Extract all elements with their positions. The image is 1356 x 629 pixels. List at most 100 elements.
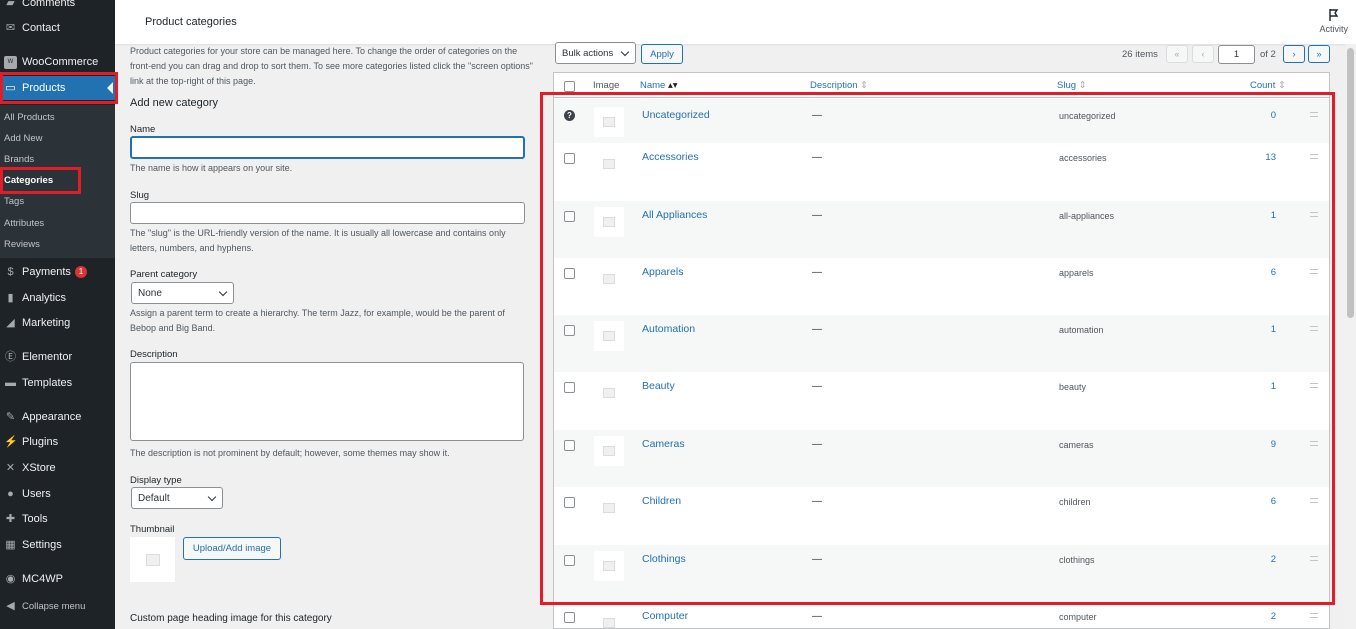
menu-appearance[interactable]: ✎ Appearance: [0, 406, 115, 428]
collapse-menu[interactable]: ◀ Collapse menu: [0, 595, 115, 617]
submenu-reviews[interactable]: Reviews: [0, 235, 115, 253]
row-checkbox[interactable]: [564, 612, 575, 623]
menu-settings[interactable]: ▦ Settings: [0, 534, 115, 556]
menu-marketing[interactable]: ◢ Marketing: [0, 312, 115, 334]
bulk-actions-select[interactable]: Bulk actions: [555, 42, 636, 64]
menu-users[interactable]: ● Users: [0, 483, 115, 505]
submenu-categories[interactable]: Categories: [0, 171, 115, 189]
table-row[interactable]: ? Uncategorized — uncategorized 0: [554, 99, 1329, 143]
category-count-link[interactable]: 13: [1254, 152, 1276, 163]
current-page-input[interactable]: 1: [1218, 45, 1255, 64]
table-row[interactable]: Beauty — beauty 1: [554, 372, 1329, 430]
image-placeholder-icon: [145, 553, 160, 566]
category-count-link[interactable]: 1: [1254, 324, 1276, 335]
apply-button[interactable]: Apply: [641, 44, 683, 64]
select-all-checkbox[interactable]: [564, 81, 575, 92]
table-row[interactable]: Accessories — accessories 13: [554, 143, 1329, 201]
menu-xstore[interactable]: ✕ XStore: [0, 457, 115, 479]
submenu-add-new[interactable]: Add New: [0, 129, 115, 147]
category-name-link[interactable]: Apparels: [642, 266, 683, 278]
category-count-link[interactable]: 1: [1254, 381, 1276, 392]
menu-payments[interactable]: $ Payments 1: [0, 261, 115, 283]
category-name-link[interactable]: Children: [642, 495, 681, 507]
drag-handle-icon[interactable]: [1310, 112, 1318, 117]
parent-category-select[interactable]: None: [131, 282, 234, 304]
category-count-link[interactable]: 6: [1254, 496, 1276, 507]
category-count-link[interactable]: 2: [1254, 611, 1276, 622]
column-slug[interactable]: Slug ⇕: [1057, 80, 1087, 91]
column-name[interactable]: Name ▴▾: [640, 80, 678, 91]
row-checkbox[interactable]: [564, 325, 575, 336]
image-placeholder-icon: [603, 561, 615, 571]
row-checkbox[interactable]: [564, 555, 575, 566]
category-name-link[interactable]: Cameras: [642, 438, 685, 450]
drag-handle-icon[interactable]: [1310, 498, 1318, 503]
menu-woocommerce[interactable]: W WooCommerce: [0, 51, 115, 73]
category-name-link[interactable]: Uncategorized: [642, 109, 710, 121]
submenu-all-products[interactable]: All Products: [0, 108, 115, 126]
row-checkbox[interactable]: [564, 268, 575, 279]
drag-handle-icon[interactable]: [1310, 383, 1318, 388]
drag-handle-icon[interactable]: [1310, 269, 1318, 274]
row-checkbox[interactable]: [564, 153, 575, 164]
last-page-button[interactable]: »: [1308, 45, 1330, 63]
drag-handle-icon[interactable]: [1310, 613, 1318, 618]
menu-mc4wp[interactable]: ◉ MC4WP: [0, 568, 115, 590]
category-slug: accessories: [1059, 153, 1107, 163]
category-count-link[interactable]: 2: [1254, 554, 1276, 565]
submenu-tags[interactable]: Tags: [0, 192, 115, 210]
drag-handle-icon[interactable]: [1310, 212, 1318, 217]
name-input[interactable]: [130, 136, 525, 159]
drag-handle-icon[interactable]: [1310, 326, 1318, 331]
menu-templates[interactable]: ▬ Templates: [0, 372, 115, 394]
row-checkbox[interactable]: [564, 211, 575, 222]
category-name-link[interactable]: Automation: [642, 323, 695, 335]
column-description[interactable]: Description ⇕: [810, 80, 868, 91]
menu-analytics[interactable]: ▮ Analytics: [0, 287, 115, 309]
row-checkbox[interactable]: [564, 382, 575, 393]
slug-input[interactable]: [130, 202, 525, 224]
display-type-select[interactable]: Default: [131, 487, 223, 509]
menu-elementor[interactable]: Ⓔ Elementor: [0, 346, 115, 368]
description-textarea[interactable]: [130, 362, 524, 441]
scrollbar-thumb[interactable]: [1347, 48, 1354, 318]
category-count-link[interactable]: 9: [1254, 439, 1276, 450]
menu-tools[interactable]: ✚ Tools: [0, 508, 115, 530]
category-count-link[interactable]: 1: [1254, 210, 1276, 221]
category-name-link[interactable]: Accessories: [642, 151, 699, 163]
menu-products[interactable]: ▭ Products: [0, 76, 115, 100]
prev-page-button[interactable]: ‹: [1192, 45, 1214, 63]
category-description: —: [812, 611, 822, 622]
activity-button[interactable]: Activity: [1319, 8, 1348, 34]
first-page-button[interactable]: «: [1166, 45, 1188, 63]
table-row[interactable]: Computer — computer 2: [554, 602, 1329, 628]
category-name-link[interactable]: Clothings: [642, 553, 686, 565]
drag-handle-icon[interactable]: [1310, 154, 1318, 159]
upload-image-button[interactable]: Upload/Add image: [183, 537, 281, 560]
table-row[interactable]: All Appliances — all-appliances 1: [554, 201, 1329, 258]
table-row[interactable]: Children — children 6: [554, 487, 1329, 545]
table-row[interactable]: Automation — automation 1: [554, 315, 1329, 372]
categories-table: Image Name ▴▾ Description ⇕ Slug ⇕ Count…: [553, 72, 1330, 629]
submenu-brands[interactable]: Brands: [0, 150, 115, 168]
menu-comments[interactable]: ▰ Comments: [0, 0, 115, 14]
category-name-link[interactable]: Computer: [642, 610, 688, 622]
menu-contact[interactable]: ✉ Contact: [0, 17, 115, 39]
table-row[interactable]: Clothings — clothings 2: [554, 545, 1329, 602]
table-row[interactable]: Cameras — cameras 9: [554, 430, 1329, 487]
table-row[interactable]: Apparels — apparels 6: [554, 258, 1329, 315]
drag-handle-icon[interactable]: [1310, 556, 1318, 561]
submenu-attributes[interactable]: Attributes: [0, 214, 115, 232]
next-page-button[interactable]: ›: [1283, 45, 1305, 63]
row-checkbox[interactable]: [564, 497, 575, 508]
category-count-link[interactable]: 0: [1254, 110, 1276, 121]
category-name-link[interactable]: All Appliances: [642, 209, 707, 221]
drag-handle-icon[interactable]: [1310, 441, 1318, 446]
image-placeholder-icon: [603, 217, 615, 227]
column-count[interactable]: Count ⇕: [1250, 80, 1286, 91]
menu-plugins[interactable]: ⚡ Plugins: [0, 431, 115, 453]
row-checkbox[interactable]: [564, 440, 575, 451]
category-count-link[interactable]: 6: [1254, 267, 1276, 278]
category-name-link[interactable]: Beauty: [642, 380, 675, 392]
admin-sidebar: ▰ Comments ✉ Contact W WooCommerce ▭ Product…: [0, 0, 115, 629]
